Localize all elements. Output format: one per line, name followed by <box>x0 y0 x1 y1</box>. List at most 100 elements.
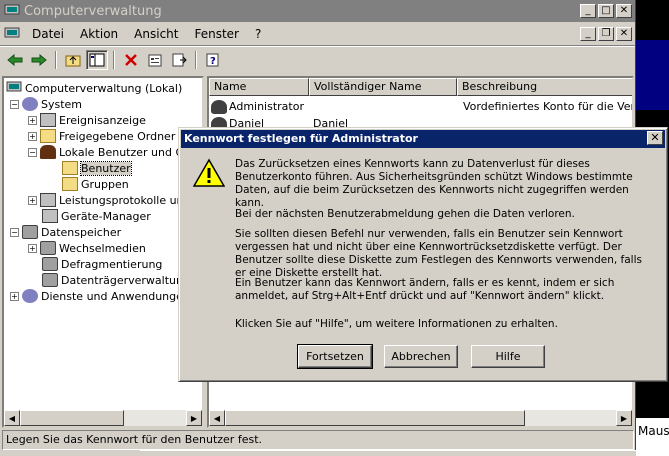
menu-aktion[interactable]: Aktion <box>72 27 126 41</box>
show-tree-icon[interactable] <box>86 49 108 70</box>
device-manager-icon <box>42 209 58 223</box>
dialog-message-change-password: Ein Benutzer kann das Kennwort ändern, f… <box>235 277 615 302</box>
dialog-title: Kennwort festlegen für Administrator <box>184 132 418 145</box>
tree-node-label: Freigegebene Ordner <box>59 129 176 143</box>
menu-help[interactable]: ? <box>247 27 269 41</box>
tree-node-device-manager[interactable]: Geräte-Manager <box>42 208 151 224</box>
tree-node-label: System <box>41 97 83 111</box>
close-button[interactable]: ✕ <box>616 4 632 18</box>
tree-node-disk-management[interactable]: Datenträgerverwaltung <box>42 272 190 288</box>
dialog-message-help: Klicken Sie auf "Hilfe", um weitere Info… <box>235 318 558 330</box>
tree-node-local-users-groups[interactable]: − Lokale Benutzer und Gru <box>28 144 195 160</box>
list-item[interactable]: Administrator Vordefiniertes Konto für d… <box>211 98 632 115</box>
minimize-button[interactable]: _ <box>580 4 596 18</box>
mmc-child-icon[interactable] <box>4 27 20 41</box>
child-restore-button[interactable]: ❐ <box>598 26 614 41</box>
tree-node-computer-management[interactable]: Computerverwaltung (Lokal) <box>6 80 182 96</box>
tree-node-performance-logs[interactable]: + Leistungsprotokolle und <box>28 192 191 208</box>
disk-management-icon <box>42 273 58 287</box>
dialog-title-bar[interactable]: Kennwort festlegen für Administrator ✕ <box>181 130 665 148</box>
toolbar-separator <box>55 50 57 69</box>
up-folder-icon[interactable] <box>62 50 84 70</box>
expand-toggle[interactable]: + <box>28 195 37 205</box>
scrollbar-thumb[interactable] <box>225 410 525 426</box>
console-tree[interactable]: Computerverwaltung (Lokal) − System + Er… <box>2 76 204 428</box>
tree-node-label: Ereignisanzeige <box>59 113 146 127</box>
dialog-message-data-loss: Das Zurücksetzen eines Kennworts kann zu… <box>235 158 633 209</box>
window-bottom-edge <box>140 450 636 456</box>
tree-node-storage[interactable]: − Datenspeicher <box>10 224 121 240</box>
folder-icon <box>62 177 78 191</box>
child-close-button[interactable]: ✕ <box>616 26 632 41</box>
storage-icon <box>22 225 38 239</box>
collapse-toggle[interactable]: − <box>10 227 19 237</box>
expand-toggle[interactable]: + <box>28 243 37 253</box>
tree-node-shared-folders[interactable]: + Freigegebene Ordner <box>28 128 175 144</box>
tree-node-defrag[interactable]: Defragmentierung <box>42 256 162 272</box>
removable-media-icon <box>40 241 56 255</box>
scroll-right-icon[interactable]: ▶ <box>616 410 632 426</box>
toolbar: ? <box>0 46 635 72</box>
tree-node-users[interactable]: Benutzer <box>62 160 132 176</box>
column-header-description[interactable]: Beschreibung <box>457 78 632 96</box>
menu-fenster[interactable]: Fenster <box>186 27 247 41</box>
menu-bar: Datei Aktion Ansicht Fenster ? _ ❐ ✕ <box>0 22 635 46</box>
dialog-message-logoff: Bei der nächsten Benutzerabmeldung gehen… <box>235 208 575 220</box>
expand-toggle[interactable]: + <box>10 291 19 301</box>
column-header-full-name[interactable]: Vollständiger Name <box>309 78 457 96</box>
menu-datei[interactable]: Datei <box>24 27 72 41</box>
tree-node-system[interactable]: − System <box>10 96 82 112</box>
properties-icon[interactable] <box>144 50 166 70</box>
services-icon <box>22 289 38 303</box>
cancel-button[interactable]: Abbrechen <box>384 345 458 368</box>
help-icon[interactable]: ? <box>202 50 224 70</box>
scroll-right-icon[interactable]: ▶ <box>186 410 202 426</box>
menu-ansicht[interactable]: Ansicht <box>126 27 186 41</box>
tree-node-label: Wechselmedien <box>59 241 146 255</box>
collapse-toggle[interactable]: − <box>10 99 19 109</box>
background-label: Maus <box>638 424 669 438</box>
maximize-button[interactable]: □ <box>598 4 614 18</box>
tree-node-services-apps[interactable]: + Dienste und Anwendungen <box>10 288 190 304</box>
tree-node-label: Lokale Benutzer und Gru <box>59 145 196 159</box>
dialog-close-button[interactable]: ✕ <box>647 131 663 145</box>
scroll-left-icon[interactable]: ◀ <box>4 410 20 426</box>
delete-icon[interactable] <box>120 50 142 70</box>
tree-node-groups[interactable]: Gruppen <box>62 176 129 192</box>
forward-arrow-icon[interactable] <box>28 50 50 70</box>
tree-node-label: Defragmentierung <box>61 257 163 271</box>
tree-node-label: Geräte-Manager <box>61 209 151 223</box>
child-minimize-button[interactable]: _ <box>580 26 596 41</box>
title-bar[interactable]: Computerverwaltung _ □ ✕ <box>0 0 635 22</box>
continue-button[interactable]: Fortsetzen <box>297 344 373 369</box>
dialog-message-usage: Sie sollten diesen Befehl nur verwenden,… <box>235 228 642 279</box>
folder-icon <box>62 161 78 175</box>
column-header-name[interactable]: Name <box>209 78 309 96</box>
status-bar: Legen Sie das Kennwort für den Benutzer … <box>2 430 634 450</box>
tree-node-label: Gruppen <box>81 177 129 191</box>
tree-node-label: Leistungsprotokolle und <box>59 193 191 207</box>
list-horizontal-scrollbar[interactable]: ◀ ▶ <box>209 410 632 426</box>
help-button[interactable]: Hilfe <box>471 345 545 368</box>
export-list-icon[interactable] <box>168 50 190 70</box>
background-blue-area <box>636 40 669 110</box>
expand-toggle[interactable]: + <box>28 115 37 125</box>
toolbar-separator <box>195 50 197 69</box>
window-title: Computerverwaltung <box>24 3 162 19</box>
shared-folder-icon <box>40 129 56 143</box>
tree-node-event-viewer[interactable]: + Ereignisanzeige <box>28 112 146 128</box>
tree-node-removable-media[interactable]: + Wechselmedien <box>28 240 146 256</box>
tree-node-label: Datenspeicher <box>41 225 122 239</box>
collapse-toggle[interactable]: − <box>28 147 37 157</box>
scrollbar-thumb[interactable] <box>20 410 124 426</box>
tree-node-label: Dienste und Anwendungen <box>41 289 190 303</box>
back-arrow-icon[interactable] <box>4 50 26 70</box>
computer-icon <box>6 81 22 92</box>
scroll-left-icon[interactable]: ◀ <box>209 410 225 426</box>
expand-toggle[interactable]: + <box>28 131 37 141</box>
toolbar-separator <box>113 50 115 69</box>
tree-horizontal-scrollbar[interactable]: ◀ ▶ <box>4 410 202 426</box>
computer-management-icon <box>4 4 20 17</box>
set-password-dialog: Kennwort festlegen für Administrator ✕ D… <box>178 127 668 382</box>
event-viewer-icon <box>40 113 56 127</box>
